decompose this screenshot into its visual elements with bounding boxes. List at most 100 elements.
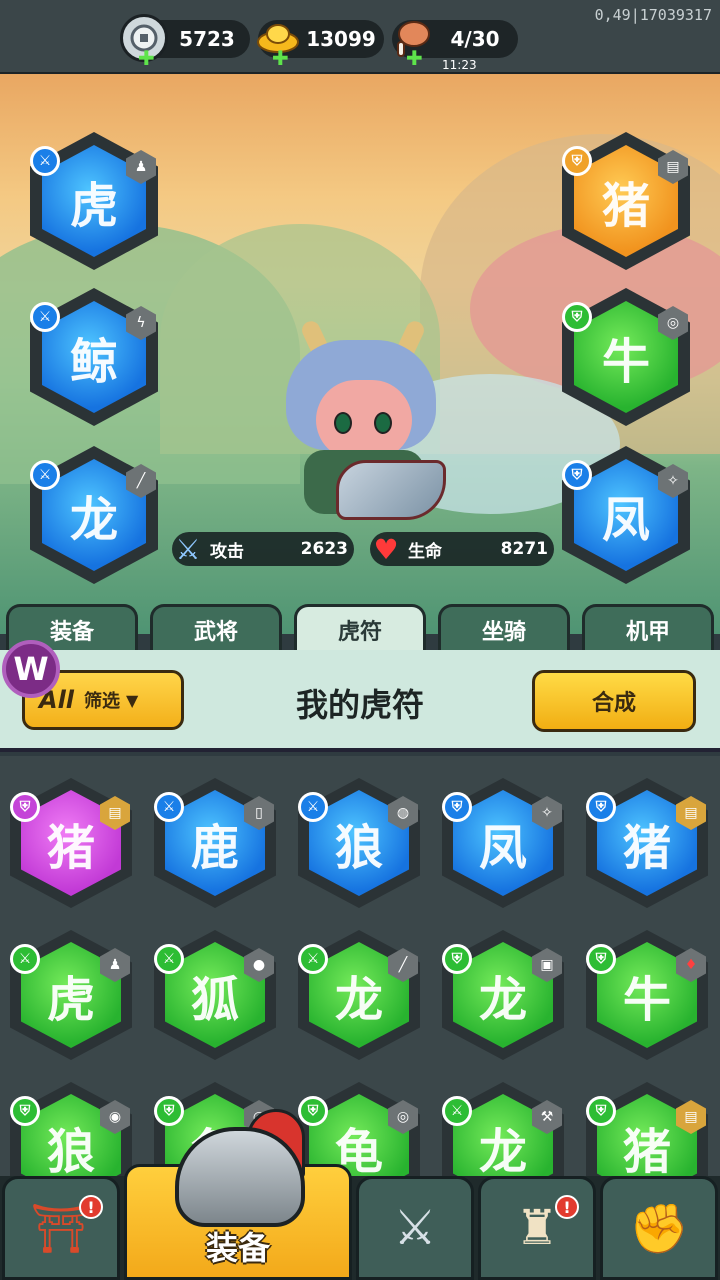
sword-icon: ⚔	[154, 944, 184, 974]
crossed-swords-icon: ⚔	[393, 1200, 437, 1256]
silver-value: 5723	[179, 27, 235, 51]
shield-icon: ⛨	[442, 944, 472, 974]
shield-icon: ⛨	[10, 1096, 40, 1126]
nav-equipment-label: 装备	[205, 1229, 270, 1267]
inventory-item[interactable]: 猪 ⛨ ▤	[10, 778, 132, 908]
hp-stat: ♥ 生命 8271	[370, 532, 554, 566]
filter-bar: All 筛选 ▼ 我的虎符 合成	[0, 650, 720, 752]
attack-stat: ⚔ 攻击 2623	[172, 532, 354, 566]
shield-icon: ⛨	[10, 792, 40, 822]
resource-bar: 0,49|17039317 5723 ✚ 13099 ✚ 4/30 11:23 …	[0, 0, 720, 74]
dragon-icon: 龙	[69, 492, 118, 548]
inventory-item[interactable]: 猪 ⛨ ▤	[586, 1082, 708, 1176]
shield-icon: ⛨	[298, 1096, 328, 1126]
phoenix-icon: 凤	[601, 492, 650, 548]
alert-badge: !	[555, 1195, 579, 1219]
inventory-item[interactable]: 牛 ⛨ ♦	[586, 930, 708, 1060]
shield-icon: ⛨	[562, 460, 592, 490]
sword-icon: ⚔	[154, 792, 184, 822]
shield-icon: ⛨	[154, 1096, 184, 1126]
wolf-icon: 狼	[334, 820, 383, 876]
stamina-counter[interactable]: 4/30 11:23 ✚	[392, 20, 518, 72]
tab-mounts[interactable]: 坐骑	[438, 604, 570, 652]
helmet-icon	[175, 1127, 305, 1227]
shield-icon: ⛨	[586, 792, 616, 822]
nav-heroes[interactable]: ♜ !	[478, 1176, 596, 1280]
equipped-slot-tiger[interactable]: 虎 ⚔ ♟	[30, 132, 158, 270]
inventory-item[interactable]: 龙 ⛨ ▣	[442, 930, 564, 1060]
sword-icon: ⚔	[30, 146, 60, 176]
sword-icon: ⚔	[175, 532, 201, 566]
equipped-slot-dragon[interactable]: 龙 ⚔ ╱	[30, 446, 158, 584]
inventory-item[interactable]: 狐 ⚔ ●	[154, 930, 276, 1060]
inventory-item[interactable]: 龙 ⚔ ╱	[298, 930, 420, 1060]
shield-icon: ⛨	[442, 792, 472, 822]
stamina-timer: 11:23	[442, 58, 477, 72]
inventory-item[interactable]: 龟⛨◎	[298, 1082, 420, 1176]
gold-counter[interactable]: 13099 ✚	[257, 20, 384, 70]
shield-icon: ⛨	[562, 146, 592, 176]
sword-icon: ⚔	[30, 460, 60, 490]
nav-equipment[interactable]: 装备	[124, 1109, 352, 1280]
filter-label: 筛选	[84, 691, 121, 712]
hero-weapon	[336, 460, 446, 520]
hp-value: 8271	[500, 539, 548, 559]
inventory-item[interactable]: 狼 ⚔ ◍	[298, 778, 420, 908]
nav-battle[interactable]: ⚔	[356, 1176, 474, 1280]
stamina-value: 4/30	[450, 27, 500, 51]
boar-icon: 猪	[622, 820, 671, 876]
hero-eye	[374, 412, 392, 434]
shield-icon: ⛨	[586, 1096, 616, 1126]
inventory-grid: 猪 ⛨ ▤ 鹿 ⚔ ▯ 狼 ⚔ ◍ 凤 ⛨ ✧ 猪 ⛨ ▤ 虎 ⚔ ♟ 狐 ⚔ ● 龙 ⚔ ╱ 龙 ⛨ ▣ 牛 ⛨ ♦ …	[0, 756, 720, 1176]
inventory-item[interactable]: 虎 ⚔ ♟	[10, 930, 132, 1060]
sword-icon: ⚔	[298, 792, 328, 822]
fist-upgrade-icon: ✊	[629, 1200, 689, 1257]
attack-label: 攻击	[210, 541, 244, 562]
dragon-icon: 龙	[478, 972, 527, 1028]
wolf-icon: 狼	[46, 1124, 95, 1176]
whale-icon: 鲸	[69, 334, 118, 390]
inventory-item[interactable]: 龙 ⚔ ⚒	[442, 1082, 564, 1176]
tab-tiger-tally[interactable]: 虎符	[294, 604, 426, 652]
silver-counter[interactable]: 5723 ✚	[120, 14, 250, 70]
sword-icon: ⚔	[30, 302, 60, 332]
phoenix-icon: 凤	[478, 820, 527, 876]
equipped-slot-whale[interactable]: 鲸 ⚔ ϟ	[30, 288, 158, 426]
horn-helmet-icon: ♜	[515, 1200, 559, 1256]
bull-icon: 牛	[622, 972, 671, 1028]
inventory-item[interactable]: 猪 ⛨ ▤	[586, 778, 708, 908]
version-label: 0,49|17039317	[594, 6, 712, 24]
shield-icon: ⛨	[586, 944, 616, 974]
equipped-slot-phoenix[interactable]: 凤 ⛨ ✧	[562, 446, 690, 584]
equipped-slot-bull[interactable]: 牛 ⛨ ◎	[562, 288, 690, 426]
dragon-icon: 龙	[478, 1124, 527, 1176]
equipped-slot-boar[interactable]: 猪 ⛨ ▤	[562, 132, 690, 270]
nav-shop[interactable]: ⛩ !	[2, 1176, 120, 1280]
deer-icon: 鹿	[190, 820, 239, 876]
inventory-item[interactable]: 鹿 ⚔ ▯	[154, 778, 276, 908]
add-stamina-icon[interactable]: ✚	[406, 46, 423, 70]
hero-character[interactable]	[276, 318, 456, 530]
hp-label: 生命	[408, 541, 442, 562]
bottom-nav: ⛩ ! 装备 ⚔ ♜ ! ✊	[0, 1109, 720, 1280]
add-gold-icon[interactable]: ✚	[272, 46, 289, 70]
hero-eye	[334, 412, 352, 434]
hero-face	[316, 380, 412, 460]
sword-icon: ⚔	[442, 1096, 472, 1126]
tab-mecha[interactable]: 机甲	[582, 604, 714, 652]
tab-generals[interactable]: 武将	[150, 604, 282, 652]
add-silver-icon[interactable]: ✚	[138, 46, 155, 70]
fox-icon: 狐	[190, 972, 239, 1028]
page-title: 我的虎符	[295, 686, 424, 724]
attack-value: 2623	[300, 539, 348, 559]
inventory-item[interactable]: 凤 ⛨ ✧	[442, 778, 564, 908]
synthesize-button[interactable]: 合成	[532, 670, 696, 732]
shield-icon: ⛨	[562, 302, 592, 332]
heart-icon: ♥	[373, 532, 399, 566]
brand-logo-icon: W	[2, 640, 60, 698]
boar-icon: 猪	[622, 1124, 671, 1176]
bull-icon: 牛	[601, 334, 650, 390]
inventory-item[interactable]: 狼 ⛨ ◉	[10, 1082, 132, 1176]
boar-icon: 猪	[46, 820, 95, 876]
nav-upgrade[interactable]: ✊	[600, 1176, 718, 1280]
